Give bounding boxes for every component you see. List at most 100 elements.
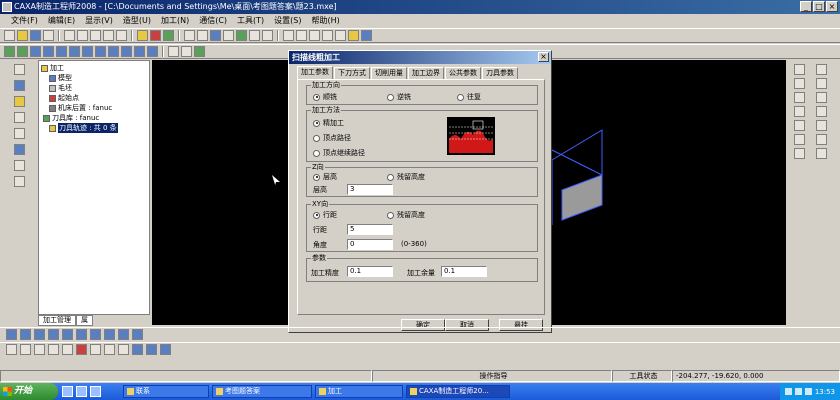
drill-icon[interactable]	[118, 329, 129, 340]
stepover-field[interactable]: 5	[347, 224, 393, 235]
pattern-icon[interactable]	[134, 46, 145, 57]
circle-icon[interactable]	[815, 78, 827, 89]
pocket-icon[interactable]	[62, 329, 73, 340]
machining-icon[interactable]	[236, 30, 247, 41]
wireframe-icon[interactable]	[361, 30, 372, 41]
rough-machining-icon[interactable]	[6, 329, 17, 340]
tab-boundary[interactable]: 加工边界	[408, 67, 444, 79]
radio-climb[interactable]: 顺铣	[313, 92, 337, 102]
simulate-icon[interactable]	[262, 30, 273, 41]
point-icon[interactable]	[794, 64, 805, 75]
volume-icon[interactable]	[794, 388, 802, 395]
blank-icon[interactable]	[181, 46, 192, 57]
radio-layer-height[interactable]: 层高	[313, 172, 337, 182]
chamfer-icon[interactable]	[69, 46, 80, 57]
radio-vertex-continue-path[interactable]: 顶点继续路径	[313, 148, 365, 158]
new-file-icon[interactable]	[4, 30, 15, 41]
dialog-close-button[interactable]: ×	[538, 52, 549, 62]
contour-rough-icon[interactable]	[34, 329, 45, 340]
task-answers[interactable]: 考图题答案	[212, 385, 312, 398]
wave-icon[interactable]	[90, 344, 101, 355]
close-button[interactable]: ×	[826, 1, 838, 12]
start-button[interactable]: 开始	[0, 383, 58, 400]
maximize-button[interactable]: □	[813, 1, 825, 12]
radio-finish[interactable]: 精加工	[313, 118, 344, 128]
save-icon[interactable]	[30, 30, 41, 41]
sweep-surface-icon[interactable]	[146, 344, 157, 355]
connect-icon[interactable]	[104, 344, 115, 355]
line-icon[interactable]	[815, 64, 827, 75]
surface-tool-icon[interactable]	[197, 30, 208, 41]
copy-icon[interactable]	[77, 30, 88, 41]
rotate-view-icon[interactable]	[322, 30, 333, 41]
finish-machining-icon[interactable]	[90, 329, 101, 340]
paste-icon[interactable]	[90, 30, 101, 41]
tree-node-tool-library[interactable]: 刀具库 : fanuc	[41, 113, 147, 123]
trim-curve-icon[interactable]	[815, 134, 827, 145]
rib-icon[interactable]	[121, 46, 132, 57]
menu-settings[interactable]: 设置(S)	[269, 14, 306, 28]
zoom-in-icon[interactable]	[296, 30, 307, 41]
zoom-window-icon[interactable]	[283, 30, 294, 41]
allowance-field[interactable]: 0.1	[441, 266, 487, 277]
cut-icon[interactable]	[64, 30, 75, 41]
arc-icon[interactable]	[794, 78, 805, 89]
draft-icon[interactable]	[95, 46, 106, 57]
menu-tools[interactable]: 工具(T)	[232, 14, 269, 28]
redo-icon[interactable]	[116, 30, 127, 41]
layer-icon[interactable]	[168, 46, 179, 57]
sweep-icon[interactable]	[30, 46, 41, 57]
spline-icon[interactable]	[794, 106, 805, 117]
delete-icon[interactable]	[76, 344, 87, 355]
pan-view-icon[interactable]	[335, 30, 346, 41]
plunge-rough-icon[interactable]	[76, 329, 87, 340]
extrude-icon[interactable]	[4, 46, 15, 57]
tab-plunge[interactable]: 下刀方式	[334, 67, 370, 79]
tree-node-post[interactable]: 机床后置 : fanuc	[41, 103, 147, 113]
break-icon[interactable]	[62, 344, 73, 355]
ruled-surface-icon[interactable]	[132, 344, 143, 355]
security-icon[interactable]	[804, 388, 812, 395]
layer-height-field[interactable]: 3	[347, 184, 393, 195]
radio-stepover[interactable]: 行距	[313, 210, 337, 220]
undo-icon[interactable]	[103, 30, 114, 41]
radio-xy-scallop[interactable]: 残留高度	[387, 210, 425, 220]
menu-machining[interactable]: 加工(N)	[156, 14, 194, 28]
tab-cutting[interactable]: 切削用量	[371, 67, 407, 79]
curve-tool-icon[interactable]	[184, 30, 195, 41]
menu-view[interactable]: 显示(V)	[80, 14, 118, 28]
polygon-icon[interactable]	[815, 106, 827, 117]
array-icon[interactable]	[815, 148, 827, 159]
radio-vertex-path[interactable]: 顶点路径	[313, 133, 351, 143]
dimension-icon[interactable]	[794, 134, 805, 145]
radio-zigzag[interactable]: 往复	[457, 92, 481, 102]
revolve-icon[interactable]	[17, 46, 28, 57]
menu-communication[interactable]: 通信(C)	[194, 14, 232, 28]
engrave-icon[interactable]	[132, 329, 143, 340]
tab-properties[interactable]: 属	[76, 315, 93, 326]
line-tool-icon[interactable]	[13, 80, 25, 91]
tab-common[interactable]: 公共参数	[445, 67, 481, 79]
color-icon[interactable]	[150, 30, 161, 41]
task-machining[interactable]: 加工	[315, 385, 403, 398]
region-rough-icon[interactable]	[20, 329, 31, 340]
tab-tool[interactable]: 刀具参数	[482, 67, 518, 79]
scan-rough-icon[interactable]	[48, 329, 59, 340]
menu-model[interactable]: 造型(U)	[118, 14, 156, 28]
join-icon[interactable]	[34, 344, 45, 355]
intersect-icon[interactable]	[13, 160, 25, 171]
open-file-icon[interactable]	[17, 30, 28, 41]
menu-edit[interactable]: 编辑(E)	[43, 14, 80, 28]
ellipse-icon[interactable]	[815, 92, 827, 103]
menu-file[interactable]: 文件(F)	[6, 14, 43, 28]
project-icon[interactable]	[13, 144, 25, 155]
hole-icon[interactable]	[108, 46, 119, 57]
tree-node-toolpath[interactable]: 刀具轨迹 : 共 0 条	[41, 123, 147, 133]
task-caxa[interactable]: CAXA制造工程师20...	[406, 385, 510, 398]
shading-icon[interactable]	[348, 30, 359, 41]
radio-z-scallop[interactable]: 残留高度	[387, 172, 425, 182]
extend-icon[interactable]	[48, 344, 59, 355]
angle-field[interactable]: 0	[347, 239, 393, 250]
tab-machining-params[interactable]: 加工参数	[297, 66, 333, 79]
shell-icon[interactable]	[82, 46, 93, 57]
